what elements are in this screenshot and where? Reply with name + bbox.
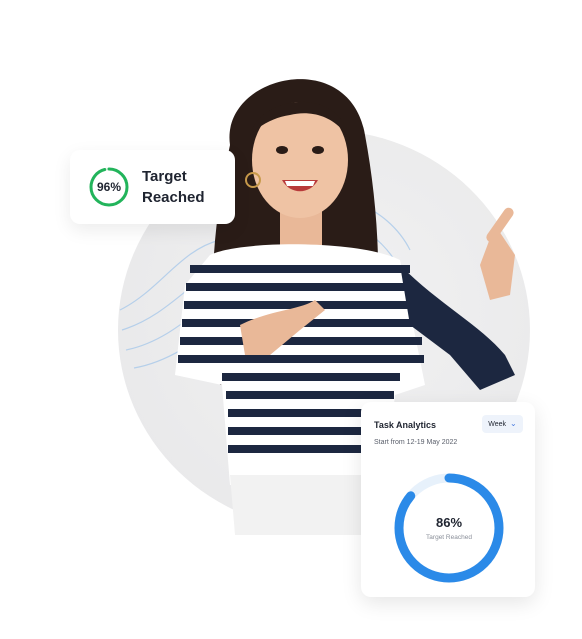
- task-analytics-card: Task Analytics Week ⌄ Start from 12-19 M…: [361, 402, 535, 597]
- progress-ring: 96%: [87, 165, 131, 209]
- donut-center: 86% Target Reached: [391, 470, 507, 586]
- period-dropdown-value: Week: [488, 420, 507, 428]
- target-reached-label: Target Reached: [142, 166, 222, 208]
- target-reached-card: 96% Target Reached: [70, 150, 235, 224]
- date-range-subtitle: Start from 12-19 May 2022: [374, 439, 458, 446]
- chevron-down-icon: ⌄: [510, 419, 517, 428]
- target-label-line2: Reached: [142, 189, 205, 206]
- hero-illustration: 96% Target Reached Task Analytics Week ⌄…: [0, 0, 582, 639]
- progress-percent: 96%: [96, 180, 122, 194]
- period-dropdown[interactable]: Week ⌄: [482, 415, 523, 433]
- donut-percent: 86%: [435, 515, 463, 530]
- target-label-line1: Target: [142, 168, 187, 185]
- donut-caption: Target Reached: [426, 534, 472, 541]
- card-title: Task Analytics: [374, 420, 437, 430]
